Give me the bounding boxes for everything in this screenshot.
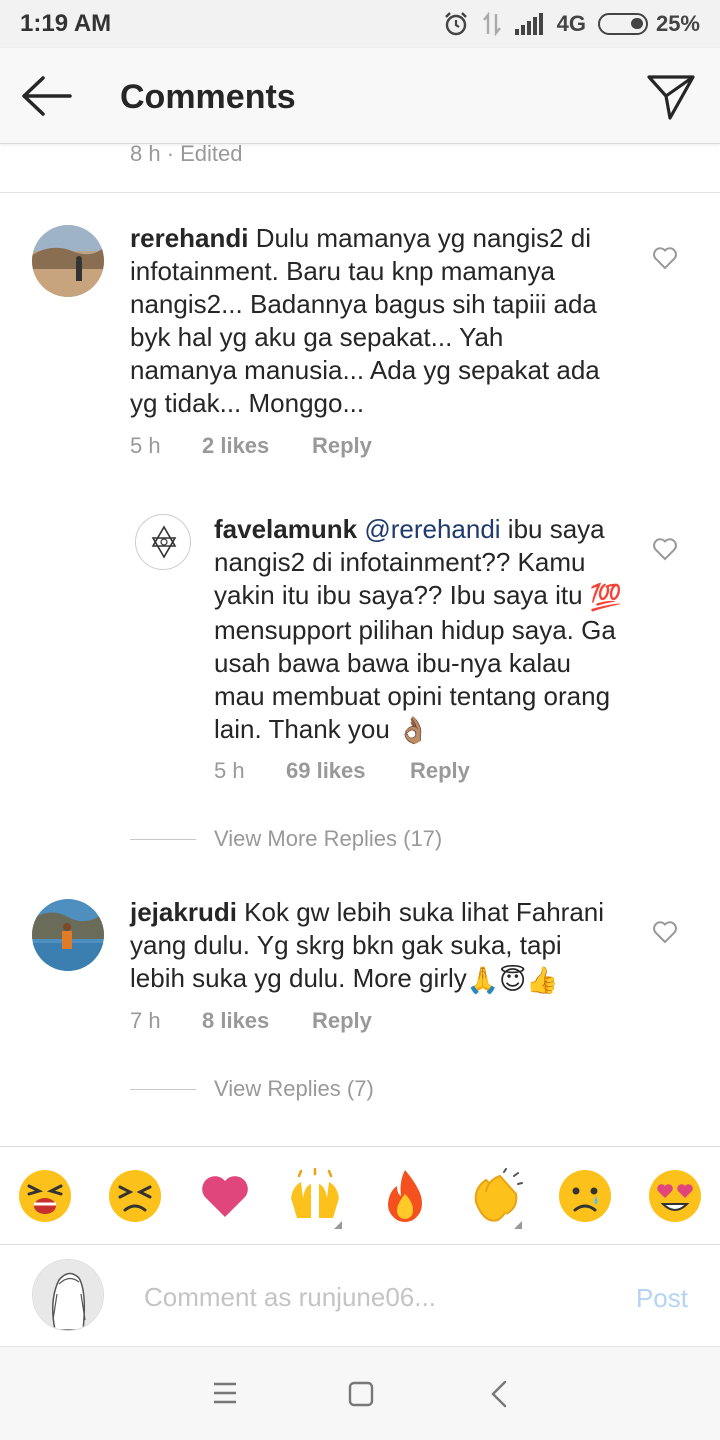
comment-likes[interactable]: 2 likes <box>202 433 312 459</box>
square-icon <box>348 1381 374 1407</box>
status-time: 1:19 AM <box>20 10 112 37</box>
emoji-raised-hands-button[interactable] <box>270 1147 360 1245</box>
comment-input-bar: Post <box>0 1244 720 1346</box>
reply-username[interactable]: favelamunk <box>214 514 357 544</box>
emoji-heart-eyes-button[interactable] <box>630 1147 720 1245</box>
raised-hands-icon <box>291 1167 339 1218</box>
status-bar: 1:19 AM 4G 25% <box>0 0 720 48</box>
divider <box>0 192 720 193</box>
like-heart-icon[interactable] <box>652 246 678 270</box>
reply-button[interactable]: Reply <box>410 758 470 784</box>
network-label: 4G <box>556 11 586 36</box>
heart-emoji-icon <box>202 1175 248 1217</box>
share-button[interactable] <box>646 72 696 122</box>
divider-line <box>130 838 196 840</box>
view-more-replies[interactable]: View More Replies (17) <box>130 826 442 852</box>
hundred-points-icon: 💯 <box>589 581 623 612</box>
chevron-left-icon <box>491 1380 507 1408</box>
quick-emoji-bar <box>0 1146 720 1244</box>
emoji-heart-button[interactable] <box>180 1147 270 1245</box>
comment-meta: 5 h 2 likes Reply <box>130 433 372 459</box>
view-more-label: View More Replies (17) <box>214 826 443 851</box>
emoji-tired-face-button[interactable] <box>0 1147 90 1245</box>
comment-username[interactable]: jejakrudi <box>130 897 237 927</box>
variant-indicator <box>334 1220 342 1229</box>
variant-indicator <box>514 1220 522 1229</box>
like-heart-icon[interactable] <box>652 920 678 944</box>
emoji-crying-face-button[interactable] <box>540 1147 630 1245</box>
emoji-fire-button[interactable] <box>360 1147 450 1245</box>
emoji-persevering-face-button[interactable] <box>90 1147 180 1245</box>
tired-face-icon <box>19 1169 71 1222</box>
back-button[interactable] <box>20 74 74 118</box>
comment-text: rerehandi Dulu mamanya yg nangis2 di inf… <box>130 222 610 420</box>
reply-mention[interactable]: @rerehandi <box>364 514 500 544</box>
status-icons: 4G 25% <box>443 9 700 39</box>
battery-icon <box>597 13 648 35</box>
comment-meta: 7 h 8 likes Reply <box>130 1008 372 1034</box>
menu-icon <box>214 1382 236 1404</box>
post-button[interactable]: Post <box>636 1283 688 1314</box>
reply-avatar[interactable] <box>135 514 191 570</box>
comment-time: 5 h <box>130 433 161 458</box>
comment-time: 7 h <box>130 1008 161 1033</box>
home-button[interactable] <box>348 1381 374 1412</box>
page-title: Comments <box>120 78 296 116</box>
reply-meta: 5 h 69 likes Reply <box>214 758 470 784</box>
view-replies-label: View Replies (7) <box>214 1076 374 1101</box>
avatar[interactable] <box>32 899 104 971</box>
ok-hand-icon: 👌🏽 <box>397 715 430 746</box>
clapping-hands-icon <box>474 1167 523 1222</box>
menu-button[interactable] <box>212 1381 238 1410</box>
emoji-group-icon: 🙏😇👍 <box>466 964 559 995</box>
divider-line <box>130 1088 196 1090</box>
reply-button[interactable]: Reply <box>312 433 372 459</box>
view-replies[interactable]: View Replies (7) <box>130 1076 374 1102</box>
comment-likes[interactable]: 8 likes <box>202 1008 312 1034</box>
like-heart-icon[interactable] <box>652 537 678 561</box>
header: Comments <box>0 48 720 144</box>
comment: jejakrudi Kok gw lebih suka lihat Fahran… <box>0 144 720 1101</box>
signal-icon <box>514 13 543 35</box>
reply-time: 5 h <box>214 758 245 783</box>
emoji-clapping-hands-button[interactable] <box>450 1147 540 1245</box>
reply-likes[interactable]: 69 likes <box>286 758 410 784</box>
reply-button[interactable]: Reply <box>312 1008 372 1034</box>
battery: 25% <box>597 11 700 37</box>
previous-comment-meta: 8 h · Edited <box>130 144 243 166</box>
user-avatar <box>32 1259 104 1331</box>
data-transfer-icon <box>482 12 501 36</box>
heart-eyes-icon <box>649 1169 701 1222</box>
fire-icon <box>388 1169 422 1222</box>
paper-plane-icon <box>647 75 695 120</box>
comment-username[interactable]: rerehandi <box>130 223 249 253</box>
comment-input[interactable] <box>144 1275 604 1319</box>
alarm-icon <box>444 12 467 36</box>
crying-face-icon <box>559 1169 611 1222</box>
arrow-left-icon <box>22 76 72 116</box>
reply-text: favelamunk @rerehandi ibu saya nangis2 d… <box>214 513 624 747</box>
comment-text: jejakrudi Kok gw lebih suka lihat Fahran… <box>130 896 610 997</box>
nav-back-button[interactable] <box>490 1380 508 1413</box>
comments-list: 8 h · Edited rerehandi Dulu mamanya yg n… <box>0 144 720 1144</box>
system-nav-bar <box>0 1346 720 1440</box>
persevering-face-icon <box>109 1169 161 1222</box>
avatar[interactable] <box>32 225 104 297</box>
battery-label: 25% <box>655 11 700 36</box>
